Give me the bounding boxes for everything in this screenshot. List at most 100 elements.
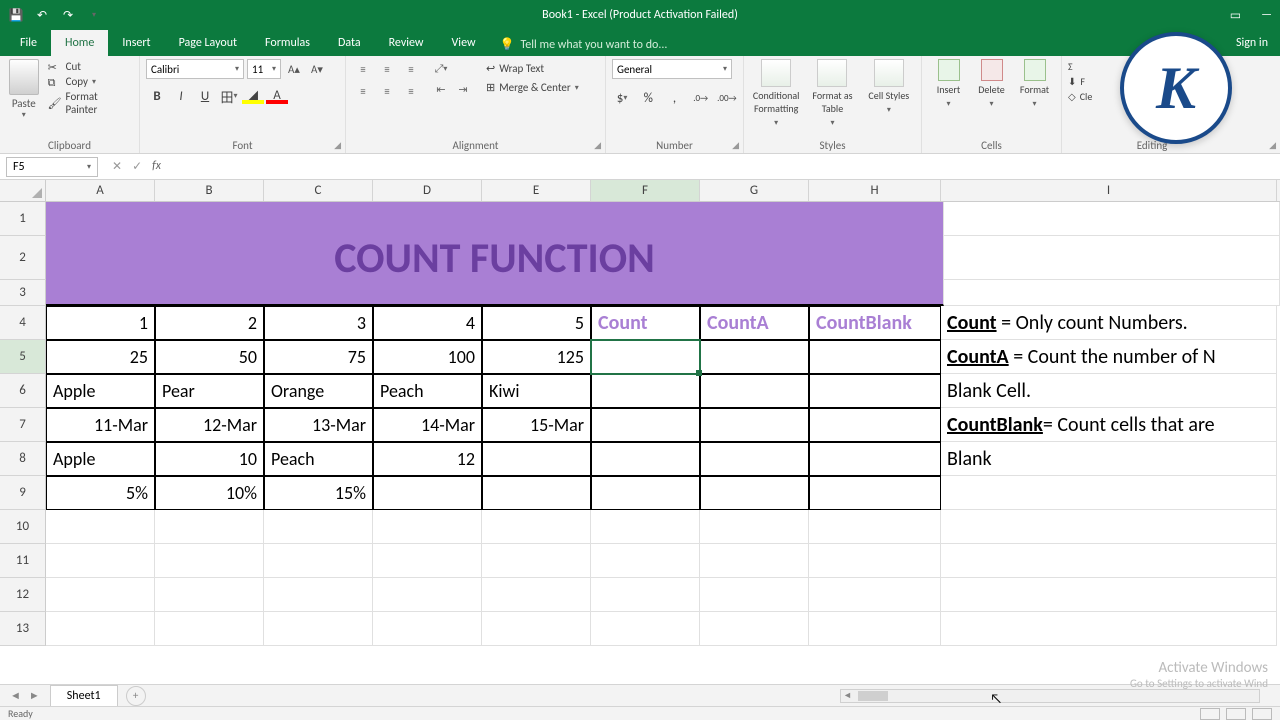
decrease-decimal-icon[interactable]: .00→ (717, 87, 737, 109)
increase-indent-icon[interactable]: ⇥ (452, 79, 474, 99)
row-header-9[interactable]: 9 (0, 476, 46, 510)
cell-H11[interactable] (809, 544, 941, 578)
cell-I12[interactable] (941, 578, 1277, 612)
minimize-icon[interactable]: — (1261, 8, 1272, 22)
row-header-11[interactable]: 11 (0, 544, 46, 578)
fx-icon[interactable]: fx (152, 159, 161, 174)
cell-D6[interactable]: Peach (373, 374, 482, 408)
cell-C7[interactable]: 13-Mar (264, 408, 373, 442)
cell-C13[interactable] (264, 612, 373, 646)
cell-F11[interactable] (591, 544, 700, 578)
currency-button[interactable]: $▾ (612, 87, 632, 109)
cell-C11[interactable] (264, 544, 373, 578)
cell-H5[interactable] (809, 340, 941, 374)
tab-data[interactable]: Data (324, 30, 375, 56)
cell-merged-title-top[interactable] (46, 202, 944, 236)
tab-page-layout[interactable]: Page Layout (165, 30, 251, 56)
orientation-icon[interactable]: ⤢▾ (430, 59, 452, 79)
col-header-B[interactable]: B (155, 180, 264, 201)
cell-D11[interactable] (373, 544, 482, 578)
formula-input[interactable] (175, 157, 1280, 177)
cell-F5[interactable] (591, 340, 700, 374)
insert-cells-button[interactable]: Insert▾ (928, 59, 969, 109)
row-header-5[interactable]: 5 (0, 340, 46, 374)
align-left-icon[interactable]: ≡ (352, 81, 374, 101)
col-header-D[interactable]: D (373, 180, 482, 201)
cell-C12[interactable] (264, 578, 373, 612)
cell-C6[interactable]: Orange (264, 374, 373, 408)
scroll-left-icon[interactable]: ◄ (841, 690, 854, 701)
align-right-icon[interactable]: ≡ (400, 81, 422, 101)
row-header-6[interactable]: 6 (0, 374, 46, 408)
row-header-10[interactable]: 10 (0, 510, 46, 544)
font-color-button[interactable]: A (266, 85, 288, 107)
cell-A8[interactable]: Apple (46, 442, 155, 476)
col-header-G[interactable]: G (700, 180, 809, 201)
cell-D7[interactable]: 14-Mar (373, 408, 482, 442)
cell-A4[interactable]: 1 (46, 306, 155, 340)
alignment-dialog-icon[interactable]: ◢ (594, 140, 601, 151)
number-dialog-icon[interactable]: ◢ (732, 140, 739, 151)
cell-G9[interactable] (700, 476, 809, 510)
cell-H12[interactable] (809, 578, 941, 612)
row-header-3[interactable]: 3 (0, 280, 46, 306)
cell-A5[interactable]: 25 (46, 340, 155, 374)
font-size-select[interactable]: 11▾ (247, 59, 281, 79)
cell-B8[interactable]: 10 (155, 442, 264, 476)
cell-I4[interactable]: Count = Only count Numbers. (941, 306, 1277, 340)
cell-D9[interactable] (373, 476, 482, 510)
tab-insert[interactable]: Insert (108, 30, 164, 56)
cell-merged-title-bottom[interactable] (46, 280, 944, 306)
cell-H8[interactable] (809, 442, 941, 476)
paste-button[interactable]: Paste ▾ (6, 59, 42, 137)
cut-button[interactable]: ✂Cut (46, 59, 133, 74)
cell-merged-title[interactable]: COUNT FUNCTION (46, 236, 944, 280)
tell-me-search[interactable]: 💡 Tell me what you want to do... (490, 33, 678, 56)
cell-D10[interactable] (373, 510, 482, 544)
tab-review[interactable]: Review (375, 30, 438, 56)
cell-G12[interactable] (700, 578, 809, 612)
font-dialog-icon[interactable]: ◢ (334, 140, 341, 151)
cell-D8[interactable]: 12 (373, 442, 482, 476)
cell-C9[interactable]: 15% (264, 476, 373, 510)
delete-cells-button[interactable]: Delete▾ (971, 59, 1012, 109)
qat-dropdown-icon[interactable]: ▾ (86, 7, 102, 23)
cell-G10[interactable] (700, 510, 809, 544)
cell-H6[interactable] (809, 374, 941, 408)
cell-A9[interactable]: 5% (46, 476, 155, 510)
decrease-indent-icon[interactable]: ⇤ (430, 79, 452, 99)
cell-E8[interactable] (482, 442, 591, 476)
enter-formula-icon[interactable]: ✓ (132, 159, 142, 174)
cell-B7[interactable]: 12-Mar (155, 408, 264, 442)
increase-decimal-icon[interactable]: .0→ (691, 87, 711, 109)
normal-view-icon[interactable] (1200, 708, 1220, 720)
spreadsheet-grid[interactable]: A B C D E F G H I 1 2 COUNT FUNCTION 3 (0, 180, 1280, 680)
scroll-thumb[interactable] (858, 691, 888, 701)
format-cells-button[interactable]: Format▾ (1014, 59, 1055, 109)
cell-F13[interactable] (591, 612, 700, 646)
bold-button[interactable]: B (146, 85, 168, 107)
row-header-12[interactable]: 12 (0, 578, 46, 612)
cell-C8[interactable]: Peach (264, 442, 373, 476)
cell-H9[interactable] (809, 476, 941, 510)
cell-E5[interactable]: 125 (482, 340, 591, 374)
cell-B9[interactable]: 10% (155, 476, 264, 510)
comma-button[interactable]: , (664, 87, 684, 109)
cell-E9[interactable] (482, 476, 591, 510)
wrap-text-button[interactable]: ↩Wrap Text (484, 59, 581, 78)
cell-I7[interactable]: CountBlank= Count cells that are (941, 408, 1277, 442)
number-format-select[interactable]: General▾ (612, 59, 732, 79)
cell-A6[interactable]: Apple (46, 374, 155, 408)
cell-G11[interactable] (700, 544, 809, 578)
copy-button[interactable]: ⧉Copy ▾ (46, 74, 133, 89)
fill-color-button[interactable]: ◢ (242, 85, 264, 107)
horizontal-scrollbar[interactable]: ◄ (840, 689, 1260, 703)
cell-I9[interactable] (941, 476, 1277, 510)
row-header-2[interactable]: 2 (0, 236, 46, 280)
cell-A11[interactable] (46, 544, 155, 578)
page-layout-view-icon[interactable] (1226, 708, 1246, 720)
ribbon-display-icon[interactable]: ▭ (1230, 8, 1241, 23)
row-header-1[interactable]: 1 (0, 202, 46, 236)
cell-G6[interactable] (700, 374, 809, 408)
cancel-formula-icon[interactable]: ✕ (112, 159, 122, 174)
